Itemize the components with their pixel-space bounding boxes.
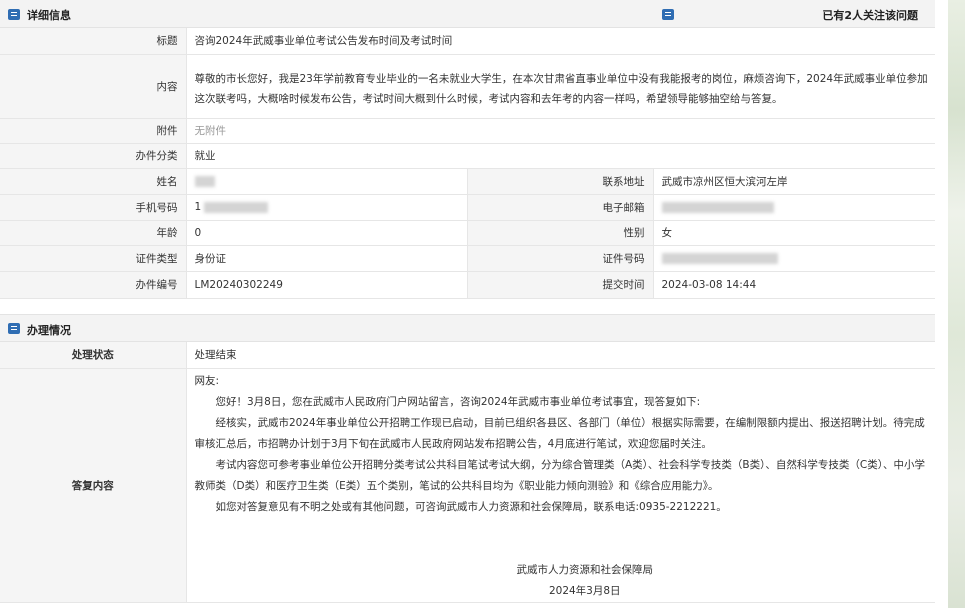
idno-value	[653, 245, 936, 272]
phone-label: 手机号码	[0, 194, 187, 221]
follow-count-text: 已有2人关注该问题	[822, 9, 918, 22]
case-label: 办件编号	[0, 271, 187, 299]
background-image-strip	[948, 0, 965, 608]
process-table: 处理状态 处理结束 答复内容 网友: 您好！3月8日，您在武威市人民政府门户网站…	[0, 342, 935, 603]
detail-section-title: 详细信息	[27, 9, 71, 22]
name-value	[186, 168, 468, 195]
reply-content: 网友: 您好！3月8日，您在武威市人民政府门户网站留言，咨询2024年武威市事业…	[187, 369, 936, 602]
reply-paragraph: 如您对答复意见有不明之处或有其他问题，可咨询武威市人力资源和社会保障局，联系电话…	[215, 500, 727, 513]
table-row: 办件分类 就业	[0, 143, 936, 169]
gender-value: 女	[653, 220, 936, 246]
table-row: 内容 尊敬的市长您好，我是23年学前教育专业毕业的一名未就业大学生，在本次甘肃省…	[0, 54, 936, 119]
redacted-idno	[661, 252, 778, 264]
table-row: 办件编号 LM20240302249 提交时间 2024-03-08 14:44	[0, 271, 936, 299]
detail-panel: 详细信息 已有2人关注该问题 标题 咨询2024年武威事业单位考试公告发布时间及…	[0, 0, 936, 299]
reply-paragraph: 经核实，武威市2024年事业单位公开招聘工作现已启动，目前已组织各县区、各部门（…	[194, 416, 925, 450]
attachment-label: 附件	[0, 118, 187, 144]
reply-paragraph: 您好！3月8日，您在武威市人民政府门户网站留言，咨询2024年武威市事业单位考试…	[215, 395, 701, 408]
phone-value: 1	[186, 194, 468, 221]
process-panel: 办理情况 处理状态 处理结束 答复内容 网友: 您好！3月8日，您在武威市人民政…	[0, 314, 935, 603]
case-value: LM20240302249	[186, 271, 468, 299]
reply-signature-date: 2024年3月8日	[548, 584, 621, 597]
table-row: 标题 咨询2024年武威事业单位考试公告发布时间及考试时间	[0, 28, 936, 55]
address-value: 武威市凉州区恒大滨河左岸	[653, 168, 936, 195]
status-value: 处理结束	[186, 342, 935, 369]
gender-label: 性别	[467, 220, 654, 246]
category-value: 就业	[186, 143, 936, 169]
idtype-value: 身份证	[186, 245, 468, 272]
submit-value: 2024-03-08 14:44	[653, 271, 936, 299]
phone-prefix: 1	[194, 201, 202, 213]
list-icon	[662, 9, 674, 20]
reply-greeting: 网友:	[194, 374, 220, 387]
list-icon	[8, 323, 20, 334]
submit-label: 提交时间	[467, 271, 654, 299]
email-value	[653, 194, 936, 221]
content-label: 内容	[0, 54, 187, 119]
idno-label: 证件号码	[467, 245, 654, 272]
age-value: 0	[186, 220, 468, 246]
scroll-gutter	[935, 0, 948, 608]
redacted-name	[194, 175, 215, 187]
title-value: 咨询2024年武威事业单位考试公告发布时间及考试时间	[186, 28, 936, 55]
process-section-header: 办理情况	[0, 314, 935, 342]
redacted-email	[661, 201, 774, 213]
title-label: 标题	[0, 28, 187, 55]
reply-paragraph: 考试内容您可参考事业单位公开招聘分类考试公共科目笔试考试大纲，分为综合管理类（A…	[194, 458, 925, 492]
email-label: 电子邮箱	[467, 194, 654, 221]
name-label: 姓名	[0, 168, 187, 195]
table-row: 年龄 0 性别 女	[0, 220, 936, 246]
list-icon	[8, 9, 20, 20]
attachment-value: 无附件	[186, 118, 936, 144]
process-section-title: 办理情况	[27, 324, 71, 337]
table-row: 附件 无附件	[0, 118, 936, 144]
address-label: 联系地址	[467, 168, 654, 195]
reply-signature-org: 武威市人力资源和社会保障局	[516, 563, 654, 576]
table-row: 姓名 联系地址 武威市凉州区恒大滨河左岸	[0, 168, 936, 195]
category-label: 办件分类	[0, 143, 187, 169]
age-label: 年龄	[0, 220, 187, 246]
idtype-label: 证件类型	[0, 245, 187, 272]
table-row: 答复内容 网友: 您好！3月8日，您在武威市人民政府门户网站留言，咨询2024年…	[0, 368, 936, 603]
table-row: 处理状态 处理结束	[0, 342, 935, 369]
detail-section-header: 详细信息 已有2人关注该问题	[0, 0, 935, 28]
table-row: 手机号码 1 电子邮箱	[0, 194, 936, 221]
detail-table: 标题 咨询2024年武威事业单位考试公告发布时间及考试时间 内容 尊敬的市长您好…	[0, 28, 936, 299]
reply-label: 答复内容	[0, 368, 187, 603]
redacted-phone	[204, 201, 269, 213]
table-row: 证件类型 身份证 证件号码	[0, 245, 936, 272]
status-label: 处理状态	[0, 342, 187, 369]
content-value: 尊敬的市长您好，我是23年学前教育专业毕业的一名未就业大学生，在本次甘肃省直事业…	[194, 72, 928, 105]
